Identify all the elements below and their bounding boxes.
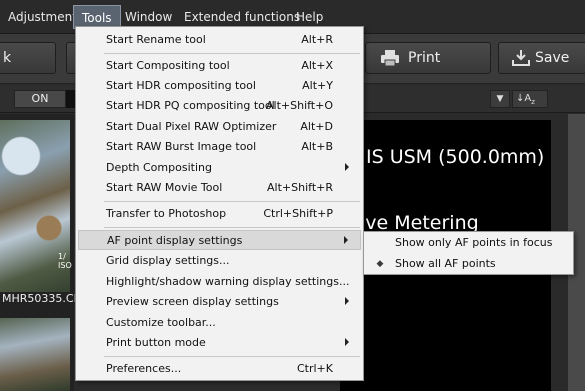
menu-item-label: AF point display settings	[107, 234, 243, 247]
menu-item-start-hdr-pq-compositing-tool[interactable]: Start HDR PQ compositing tool Alt+Shift+…	[78, 96, 361, 116]
sort-order-sub: z	[531, 98, 535, 106]
menu-item-shortcut: Ctrl+K	[296, 362, 333, 375]
menu-item-highlight-shadow-warning-settings[interactable]: Highlight/shadow warning display setting…	[78, 272, 361, 292]
thumbnail-image[interactable]	[0, 120, 70, 300]
menu-item-shortcut: Alt+Shift+R	[267, 181, 333, 194]
menu-item-shortcut: Alt+X	[301, 59, 333, 72]
menu-item-label: Highlight/shadow warning display setting…	[106, 275, 350, 288]
menu-item-customize-toolbar[interactable]: Customize toolbar...	[78, 313, 361, 333]
menu-item-shortcut: Alt+D	[300, 120, 333, 133]
menu-item-shortcut: Alt+R	[301, 33, 333, 46]
menu-separator	[104, 356, 360, 357]
menu-separator	[104, 201, 360, 202]
menu-item-label: Print button mode	[106, 336, 206, 349]
lens-info-text: IS USM (500.0mm)	[366, 146, 545, 168]
thumbnail-filename: MHR50335.CR3	[0, 292, 88, 308]
menu-item-shortcut: Ctrl+Shift+P	[263, 207, 333, 220]
thumbnail-image-2[interactable]	[0, 318, 70, 391]
menu-item-label: Preview screen display settings	[106, 295, 279, 308]
menu-item-shortcut: Alt+B	[301, 140, 333, 153]
menu-item-start-dual-pixel-raw-optimizer[interactable]: Start Dual Pixel RAW Optimizer Alt+D	[78, 117, 361, 137]
on-toggle-button[interactable]: ON	[14, 90, 66, 108]
menu-item-start-rename-tool[interactable]: Start Rename tool Alt+R	[78, 30, 361, 50]
submenu-item-label: Show only AF points in focus	[395, 236, 553, 249]
menu-item-depth-compositing[interactable]: Depth Compositing	[78, 158, 361, 178]
menu-item-print-button-mode[interactable]: Print button mode	[78, 333, 361, 353]
sort-order-label: ↓A	[516, 93, 532, 104]
print-button[interactable]: Print	[365, 42, 491, 74]
menu-separator	[104, 227, 360, 228]
submenu-item-label: Show all AF points	[395, 257, 496, 270]
submenu-arrow-icon	[345, 163, 349, 171]
menu-item-label: Preferences...	[106, 362, 182, 375]
submenu-item-show-only-af-in-focus[interactable]: Show only AF points in focus	[366, 233, 571, 253]
menu-item-label: Start RAW Movie Tool	[106, 181, 223, 194]
menu-item-preferences[interactable]: Preferences... Ctrl+K	[78, 359, 361, 379]
menu-item-label: Start RAW Burst Image tool	[106, 140, 257, 153]
menu-item-preview-screen-display-settings[interactable]: Preview screen display settings	[78, 292, 361, 312]
af-point-submenu: Show only AF points in focus ◆ Show all …	[363, 231, 574, 275]
menu-item-label: Transfer to Photoshop	[106, 207, 227, 220]
print-button-label: Print	[408, 50, 441, 66]
thumbnail-overlay-line-2: ISO	[58, 261, 72, 270]
menu-item-label: Start HDR PQ compositing tool	[106, 99, 275, 112]
menu-item-grid-display-settings[interactable]: Grid display settings...	[78, 251, 361, 271]
menu-item-label: Start Compositing tool	[106, 59, 230, 72]
menu-item-label: Start HDR compositing tool	[106, 79, 256, 92]
menu-item-shortcut: Alt+Y	[302, 79, 333, 92]
sort-order-button[interactable]: ↓Az	[512, 90, 548, 108]
thumbnail-overlay-line-1: 1/	[58, 252, 66, 261]
submenu-arrow-icon	[345, 338, 349, 346]
printer-icon	[381, 50, 399, 67]
save-button[interactable]: Save	[498, 42, 585, 74]
back-button[interactable]: k	[0, 42, 56, 74]
menu-item-start-raw-burst-image-tool[interactable]: Start RAW Burst Image tool Alt+B	[78, 137, 361, 157]
submenu-item-show-all-af-points[interactable]: ◆ Show all AF points	[366, 254, 571, 274]
menu-item-label: Depth Compositing	[106, 161, 212, 174]
radio-selected-icon: ◆	[376, 259, 384, 269]
menu-item-af-point-display-settings[interactable]: AF point display settings	[78, 230, 361, 250]
back-button-label: k	[3, 50, 12, 66]
menu-item-start-compositing-tool[interactable]: Start Compositing tool Alt+X	[78, 56, 361, 76]
menu-item-transfer-to-photoshop[interactable]: Transfer to Photoshop Ctrl+Shift+P	[78, 204, 361, 224]
menu-item-label: Start Rename tool	[106, 33, 206, 46]
save-button-label: Save	[535, 50, 570, 66]
menu-item-label: Grid display settings...	[106, 254, 230, 267]
thumbnail-pane: 1/ ISO MHR50335.CR3	[0, 114, 88, 391]
menu-item-start-raw-movie-tool[interactable]: Start RAW Movie Tool Alt+Shift+R	[78, 178, 361, 198]
menu-separator	[104, 53, 360, 54]
sort-dropdown[interactable]: ▼	[490, 90, 510, 108]
menu-item-start-hdr-compositing-tool[interactable]: Start HDR compositing tool Alt+Y	[78, 76, 361, 96]
submenu-arrow-icon	[344, 236, 348, 244]
menu-item-label: Customize toolbar...	[106, 316, 216, 329]
thumbnail-overlay-text: 1/ ISO	[58, 252, 72, 270]
tools-menu: Start Rename tool Alt+R Start Compositin…	[75, 26, 364, 381]
menu-item-label: Start Dual Pixel RAW Optimizer	[106, 120, 277, 133]
menu-item-shortcut: Alt+Shift+O	[266, 99, 333, 112]
submenu-arrow-icon	[345, 297, 349, 305]
save-icon	[512, 50, 530, 66]
